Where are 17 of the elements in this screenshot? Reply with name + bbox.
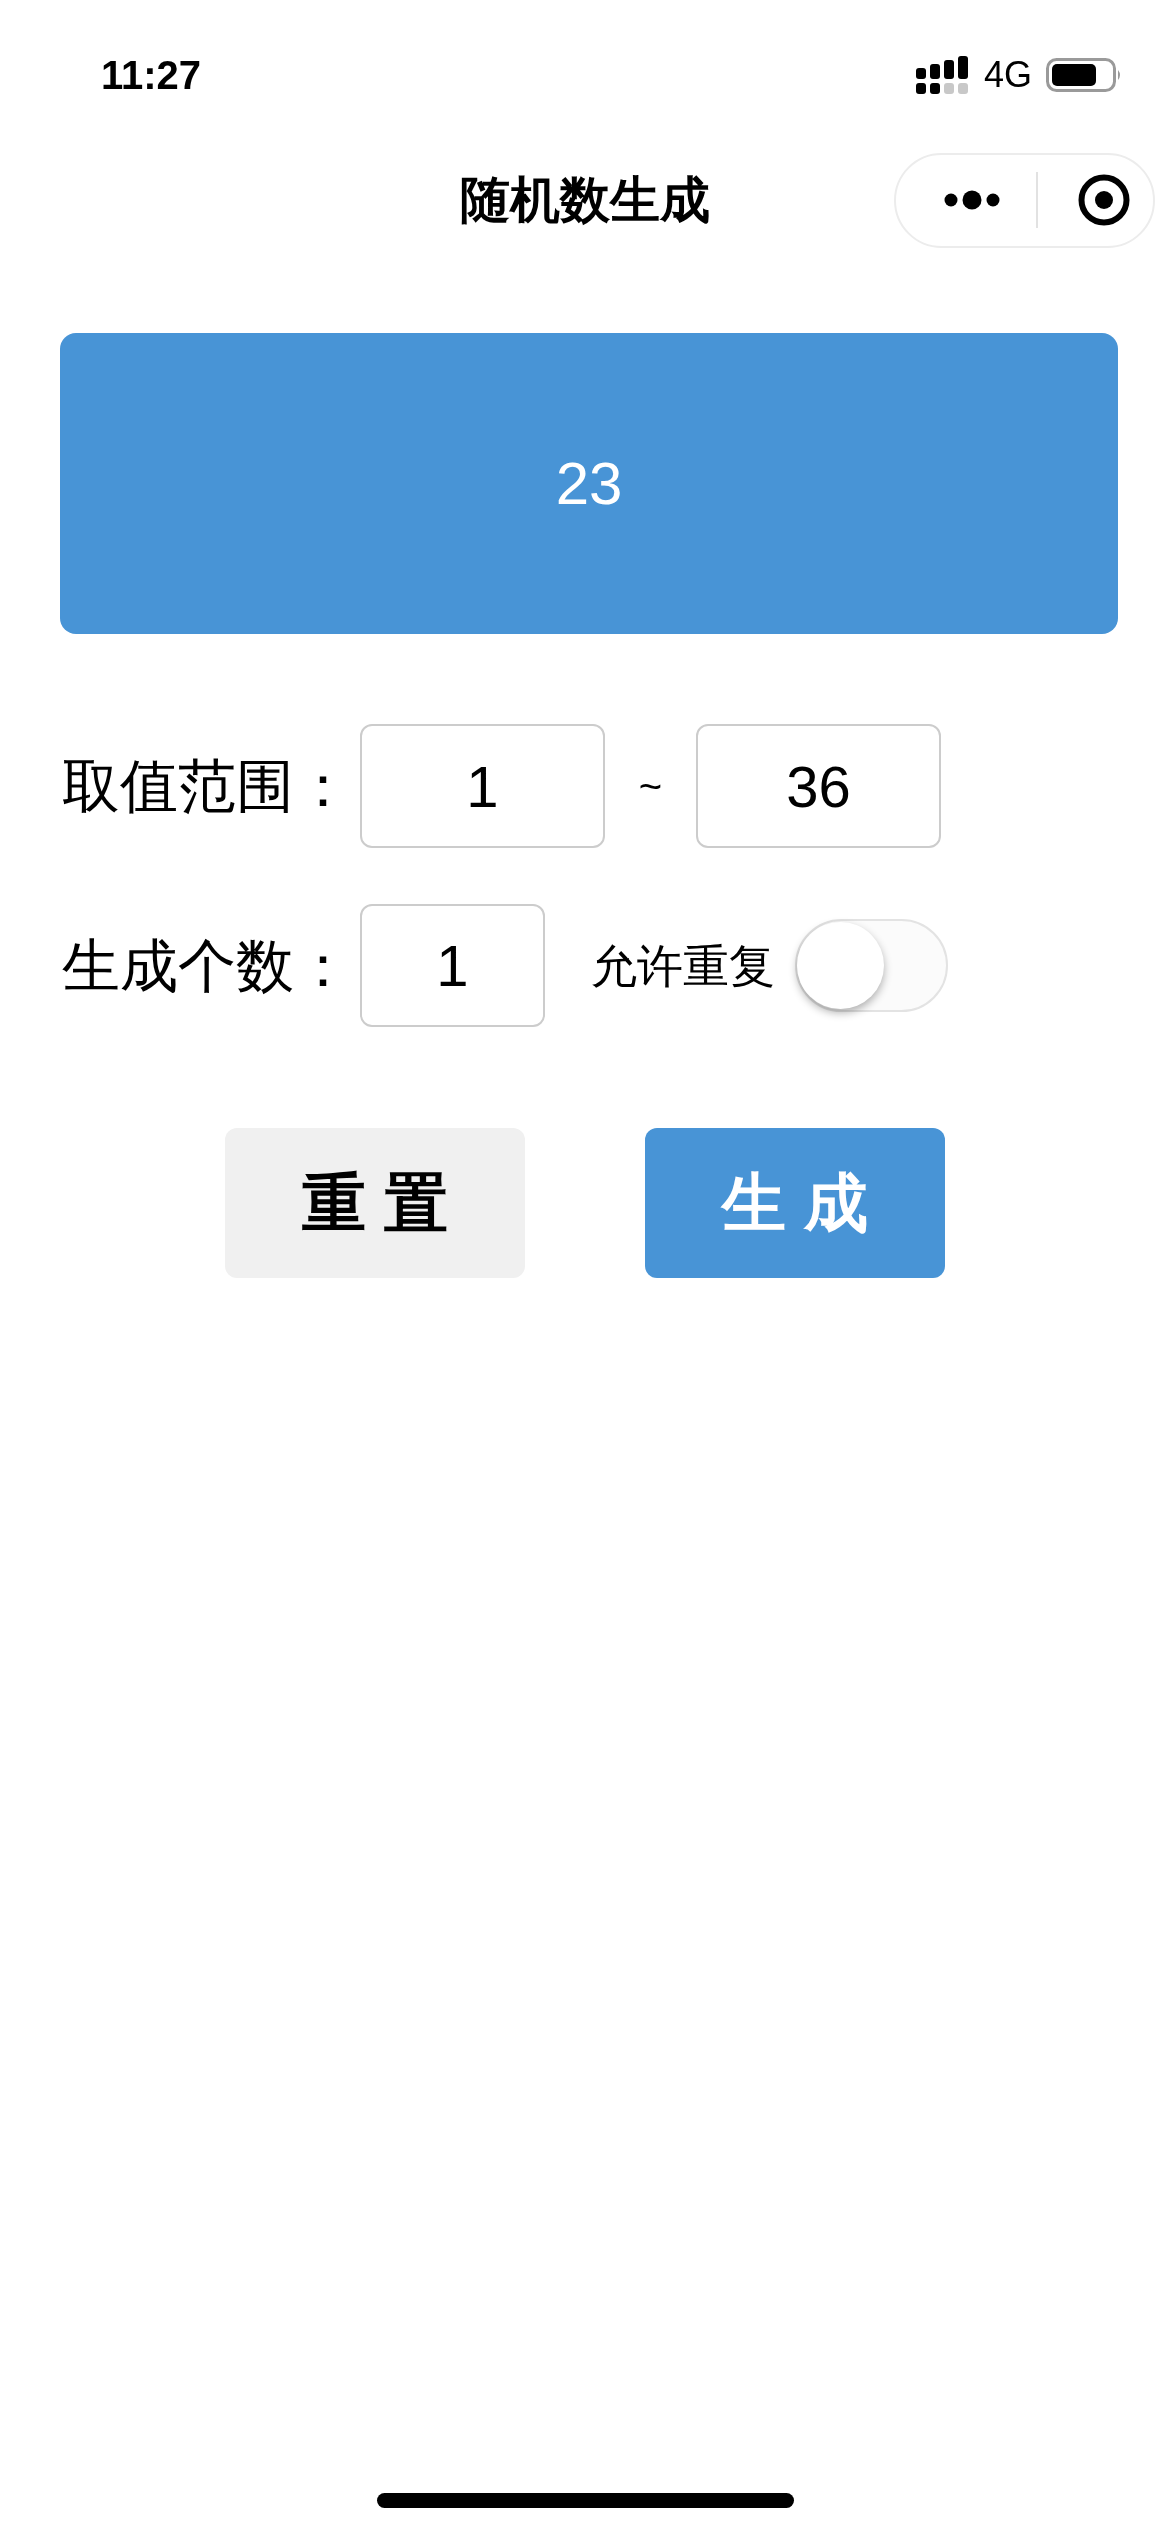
reset-button[interactable]: 重 置 (225, 1128, 525, 1278)
result-number: 23 (555, 453, 623, 514)
range-separator: ~ (637, 766, 664, 806)
page-title: 随机数生成 (460, 175, 710, 225)
allow-repeat-toggle[interactable] (795, 919, 948, 1012)
min-input[interactable]: 1 (360, 724, 605, 848)
allow-repeat-label: 允许重复 (591, 942, 775, 989)
network-type: 4G (983, 57, 1032, 93)
target-icon[interactable] (1078, 174, 1130, 226)
more-icon[interactable] (944, 190, 1000, 210)
range-label: 取值范围： (62, 757, 353, 815)
status-time: 11:27 (101, 55, 202, 95)
max-input[interactable]: 36 (696, 724, 941, 848)
count-input[interactable]: 1 (360, 904, 545, 1027)
count-label: 生成个数： (62, 936, 353, 995)
signal-icon (915, 56, 968, 94)
battery-icon (1046, 58, 1122, 92)
